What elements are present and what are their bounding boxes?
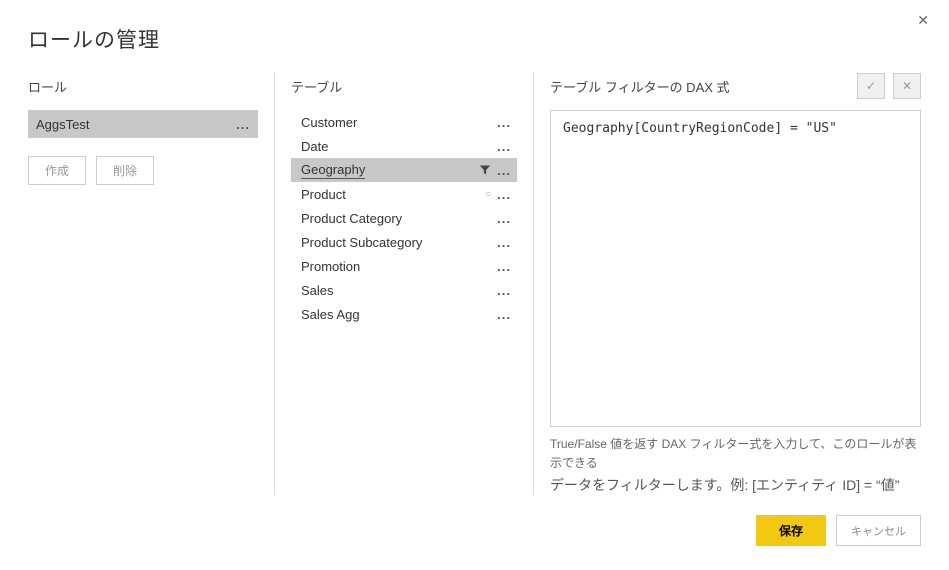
table-item-product-subcategory[interactable]: Product Subcategory ... (291, 230, 517, 254)
ellipsis-icon[interactable]: ... (497, 235, 511, 250)
ellipsis-icon[interactable]: ... (236, 117, 250, 132)
table-name: Customer (301, 115, 357, 130)
table-item-date[interactable]: Date ... (291, 134, 517, 158)
table-name: Product Category (301, 211, 402, 226)
table-item-product[interactable]: Product ○... (291, 182, 517, 206)
table-item-product-category[interactable]: Product Category ... (291, 206, 517, 230)
filter-icon (479, 164, 491, 176)
table-item-sales[interactable]: Sales ... (291, 278, 517, 302)
revert-button[interactable]: ✕ (893, 73, 921, 99)
tables-header: テーブル (291, 72, 517, 100)
table-name: Geography (301, 162, 365, 179)
ellipsis-icon[interactable]: ... (497, 139, 511, 154)
close-icon[interactable]: ✕ (911, 8, 935, 33)
role-actions: 作成 削除 (28, 156, 258, 185)
roles-column: ロール AggsTest ... 作成 削除 (28, 72, 258, 495)
table-item-promotion[interactable]: Promotion ... (291, 254, 517, 278)
ellipsis-icon[interactable]: ... (497, 115, 511, 130)
ellipsis-icon[interactable]: ... (497, 187, 511, 202)
dax-header-row: テーブル フィルターの DAX 式 ✓ ✕ (550, 72, 921, 100)
ellipsis-icon[interactable]: ... (497, 211, 511, 226)
dax-column: テーブル フィルターの DAX 式 ✓ ✕ Geography[CountryR… (550, 72, 921, 495)
table-name: Product (301, 187, 346, 202)
manage-roles-dialog: ロールの管理 ロール AggsTest ... 作成 削除 テーブル Custo… (0, 0, 949, 570)
table-item-geography[interactable]: Geography ... (291, 158, 517, 182)
divider (533, 72, 534, 495)
save-button[interactable]: 保存 (756, 515, 826, 546)
table-name: Sales (301, 283, 334, 298)
dax-header: テーブル フィルターの DAX 式 (550, 77, 730, 96)
ellipsis-icon[interactable]: ... (497, 163, 511, 178)
cancel-button[interactable]: キャンセル (836, 515, 921, 546)
ellipsis-icon[interactable]: ... (497, 283, 511, 298)
role-item[interactable]: AggsTest ... (28, 110, 258, 138)
confirm-button[interactable]: ✓ (857, 73, 885, 99)
table-name: Promotion (301, 259, 360, 274)
table-item-sales-agg[interactable]: Sales Agg ... (291, 302, 517, 326)
role-name: AggsTest (36, 117, 89, 132)
tables-column: テーブル Customer ... Date ... Geography ... (291, 72, 517, 495)
delete-role-button[interactable]: 削除 (96, 156, 154, 185)
dax-header-buttons: ✓ ✕ (857, 73, 921, 99)
table-name: Sales Agg (301, 307, 360, 322)
dax-help-text-1: True/False 値を返す DAX フィルター式を入力して、このロールが表示… (550, 435, 921, 473)
dialog-title: ロールの管理 (28, 24, 921, 54)
ellipsis-icon[interactable]: ... (497, 259, 511, 274)
main-area: ロール AggsTest ... 作成 削除 テーブル Customer ...… (28, 72, 921, 495)
table-name: Product Subcategory (301, 235, 422, 250)
table-item-customer[interactable]: Customer ... (291, 110, 517, 134)
table-list: Customer ... Date ... Geography ... Prod… (291, 110, 517, 326)
dot-icon: ○ (485, 189, 491, 200)
divider (274, 72, 275, 495)
dialog-footer: 保存 キャンセル (28, 515, 921, 550)
roles-header: ロール (28, 72, 258, 100)
ellipsis-icon[interactable]: ... (497, 307, 511, 322)
dax-help-text-2: データをフィルターします。例: [エンティティ ID] = “値” (550, 475, 921, 495)
create-role-button[interactable]: 作成 (28, 156, 86, 185)
table-name: Date (301, 139, 328, 154)
dax-expression-editor[interactable]: Geography[CountryRegionCode] = "US" (550, 110, 921, 427)
